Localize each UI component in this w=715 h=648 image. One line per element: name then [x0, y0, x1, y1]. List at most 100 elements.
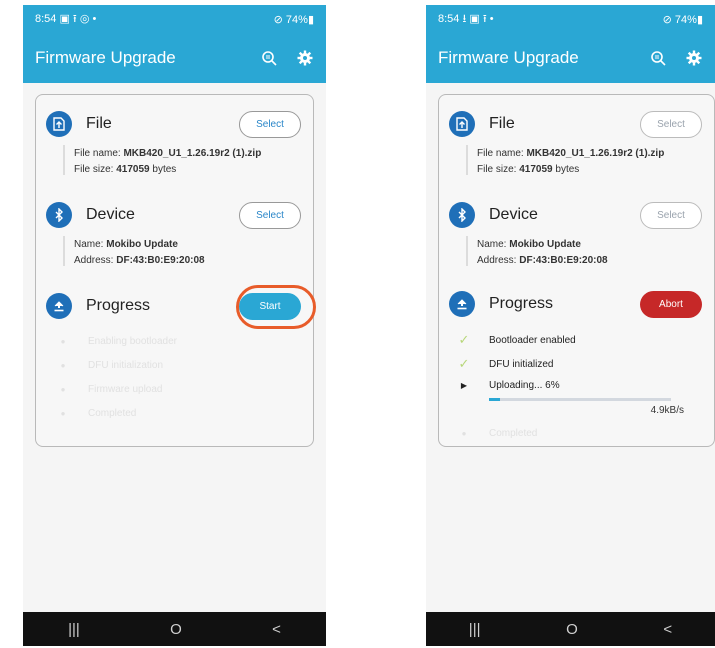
file-info: File name: MKB420_U1_1.26.19r2 (1).zip F…	[477, 146, 664, 178]
file-name-label: File name:	[74, 148, 121, 159]
pending-dot-icon: ●	[461, 429, 467, 438]
app-bar: Firmware Upgrade	[426, 33, 715, 83]
file-name-label: File name:	[477, 148, 524, 159]
device-name-row: Name: Mokibo Update	[74, 237, 205, 253]
battery-icon: ▮	[307, 13, 314, 26]
start-highlight-ring	[236, 285, 316, 329]
device-title: Device	[489, 206, 538, 223]
search-log-icon[interactable]	[260, 49, 278, 67]
status-right: ⊘ 74%▮	[274, 13, 314, 26]
progress-title: Progress	[86, 297, 151, 314]
app-title: Firmware Upgrade	[35, 48, 176, 67]
battery-icon: ▮	[696, 13, 703, 26]
step-dfu-initialization: ● DFU initialization	[36, 360, 163, 371]
bluetooth-icon	[46, 202, 72, 228]
battery-percent: 74%	[285, 13, 308, 26]
file-size-unit: bytes	[152, 164, 177, 175]
no-signal-icon: ⊘	[273, 13, 286, 26]
pending-dot-icon: ●	[60, 385, 66, 394]
progress-title: Progress	[489, 295, 554, 312]
status-left: 8:54 ⭳ ▣ ⭱ •	[438, 10, 494, 29]
battery-percent: 74%	[674, 13, 697, 26]
device-name-value: Mokibo Update	[106, 239, 178, 250]
app-bar-actions	[649, 49, 703, 67]
home-button[interactable]: O	[566, 621, 578, 638]
file-size-row: File size: 417059 bytes	[74, 162, 261, 178]
file-icon	[449, 111, 475, 137]
select-device-button[interactable]: Select	[239, 202, 301, 229]
file-size-value: 417059	[116, 164, 150, 175]
file-divider	[63, 145, 65, 175]
device-name-label: Name:	[74, 239, 104, 250]
content-area: File Select File name: MKB420_U1_1.26.19…	[23, 83, 326, 616]
bluetooth-icon	[449, 202, 475, 228]
status-icons: ⭳ ▣ ⭱ •	[462, 12, 494, 25]
status-right: ⊘ 74%▮	[663, 13, 703, 26]
search-log-icon[interactable]	[649, 49, 667, 67]
app-bar-actions	[260, 49, 314, 67]
file-title: File	[489, 115, 515, 132]
file-name-value: MKB420_U1_1.26.19r2 (1).zip	[526, 148, 665, 159]
device-address-label: Address:	[74, 255, 114, 266]
file-section: File Select File name: MKB420_U1_1.26.19…	[439, 109, 714, 175]
check-icon: ✓	[458, 356, 470, 371]
device-info: Name: Mokibo Update Address: DF:43:B0:E9…	[477, 237, 608, 269]
upgrade-card: File Select File name: MKB420_U1_1.26.19…	[438, 94, 715, 447]
device-divider	[63, 236, 65, 266]
progress-section: Progress Abort ✓ Bootloader enabled ✓ DFU …	[439, 289, 714, 439]
settings-gear-icon[interactable]	[296, 49, 314, 67]
file-info: File name: MKB420_U1_1.26.19r2 (1).zip F…	[74, 146, 261, 178]
pending-dot-icon: ●	[60, 337, 66, 346]
device-address-row: Address: DF:43:B0:E9:20:08	[477, 253, 608, 269]
step-completed: ● Completed	[439, 428, 538, 439]
check-icon: ✓	[458, 332, 470, 347]
device-name-row: Name: Mokibo Update	[477, 237, 608, 253]
file-name-row: File name: MKB420_U1_1.26.19r2 (1).zip	[74, 146, 261, 162]
file-size-label: File size:	[477, 164, 517, 175]
select-file-button[interactable]: Select	[640, 111, 702, 138]
phone-screen-ready: 8:54 ▣ ⭱ ◎ • ⊘ 74%▮ Firmware Upgrade Fil…	[23, 5, 326, 646]
step-bootloader-enabled: ✓ Bootloader enabled	[439, 332, 576, 348]
recents-button[interactable]: |||	[469, 621, 481, 638]
upload-icon	[46, 293, 72, 319]
select-file-button[interactable]: Select	[239, 111, 301, 138]
file-size-label: File size:	[74, 164, 114, 175]
file-title: File	[86, 115, 112, 132]
status-left: 8:54 ▣ ⭱ ◎ •	[35, 10, 96, 29]
file-section: File Select File name: MKB420_U1_1.26.19…	[36, 109, 313, 175]
upload-speed: 4.9kB/s	[650, 405, 684, 416]
home-button[interactable]: O	[170, 621, 182, 638]
device-section: Device Select Name: Mokibo Update Addres…	[36, 200, 313, 266]
settings-gear-icon[interactable]	[685, 49, 703, 67]
app-bar: Firmware Upgrade	[23, 33, 326, 83]
device-address-value: DF:43:B0:E9:20:08	[519, 255, 608, 266]
system-nav-bar: ||| O <	[426, 612, 715, 646]
device-divider	[466, 236, 468, 266]
recents-button[interactable]: |||	[68, 621, 80, 638]
pending-dot-icon: ●	[60, 361, 66, 370]
content-area: File Select File name: MKB420_U1_1.26.19…	[426, 83, 715, 616]
status-icons: ▣ ⭱ ◎ •	[59, 12, 97, 25]
back-button[interactable]: <	[272, 621, 281, 638]
step-completed: ● Completed	[36, 408, 137, 419]
device-name-label: Name:	[477, 239, 507, 250]
upgrade-card: File Select File name: MKB420_U1_1.26.19…	[35, 94, 316, 447]
device-name-value: Mokibo Update	[509, 239, 581, 250]
device-address-row: Address: DF:43:B0:E9:20:08	[74, 253, 205, 269]
back-button[interactable]: <	[663, 621, 672, 638]
file-size-row: File size: 417059 bytes	[477, 162, 664, 178]
step-firmware-upload: ● Firmware upload	[36, 384, 163, 395]
device-title: Device	[86, 206, 135, 223]
pending-dot-icon: ●	[60, 409, 66, 418]
system-nav-bar: ||| O <	[23, 612, 326, 646]
file-name-row: File name: MKB420_U1_1.26.19r2 (1).zip	[477, 146, 664, 162]
device-info: Name: Mokibo Update Address: DF:43:B0:E9…	[74, 237, 205, 269]
file-divider	[466, 145, 468, 175]
file-icon	[46, 111, 72, 137]
upload-progress-bar	[489, 398, 671, 401]
app-title: Firmware Upgrade	[438, 48, 579, 67]
select-device-button[interactable]: Select	[640, 202, 702, 229]
abort-button[interactable]: Abort	[640, 291, 702, 318]
device-address-label: Address:	[477, 255, 517, 266]
status-time: 8:54	[35, 12, 57, 25]
